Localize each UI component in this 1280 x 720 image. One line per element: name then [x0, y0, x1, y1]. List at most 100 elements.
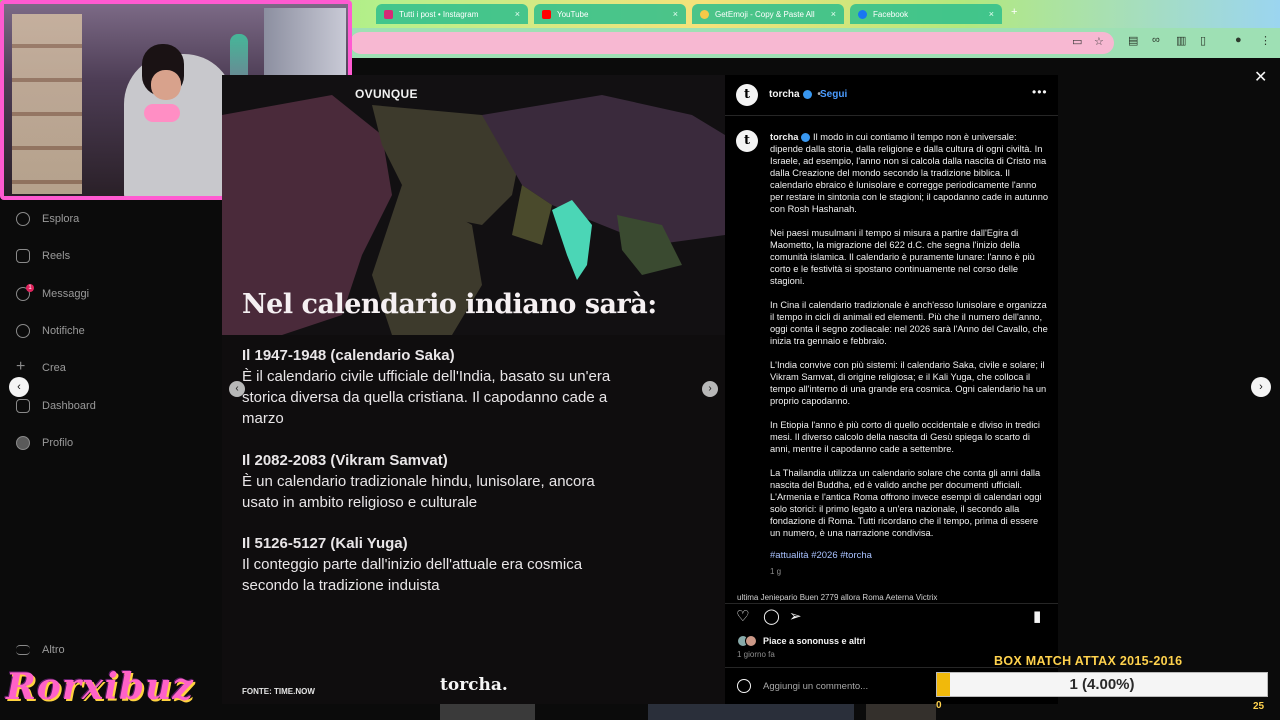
tab-youtube[interactable]: YouTube × [534, 4, 686, 24]
screen: Tutti i post • Instagram × YouTube × Get… [0, 0, 1280, 720]
caption-paragraph: Nei paesi musulmani il tempo si misura a… [770, 228, 1035, 286]
reels-icon [16, 249, 30, 263]
plus-icon: + [16, 358, 26, 375]
address-bar[interactable] [350, 32, 1114, 54]
post-section: Il 5126-5127 (Kali Yuga) Il conteggio pa… [242, 533, 612, 596]
goal-progress-bar: 1 (4.00%) [936, 672, 1268, 697]
post-section: Il 1947-1948 (calendario Saka) È il cale… [242, 345, 612, 429]
close-icon[interactable]: × [673, 9, 678, 19]
username-text: torcha [769, 89, 800, 100]
sidebar-item-label: Profilo [42, 437, 74, 449]
next-post-button[interactable]: › [1251, 377, 1271, 397]
likes-summary[interactable]: Piace a sononuss e altri [763, 636, 866, 646]
thumbnail [648, 704, 854, 720]
emoji-icon [700, 9, 709, 19]
sidebar-item-esplora[interactable]: Esplora [16, 212, 79, 226]
menu-icon [16, 645, 30, 655]
author-username[interactable]: torcha • [769, 89, 821, 100]
tab-facebook[interactable]: Facebook × [850, 4, 1002, 24]
verified-icon [801, 133, 811, 143]
sidebar-item-dashboard[interactable]: Dashboard [16, 399, 96, 413]
comment-icon[interactable]: ◯ [763, 607, 780, 625]
translate-icon[interactable]: ▤ [1128, 34, 1138, 47]
tab-label: Tutti i post • Instagram [399, 9, 479, 19]
verified-icon [802, 89, 812, 99]
caption-username[interactable]: torcha [770, 132, 798, 142]
link-icon[interactable]: ∞ [1152, 34, 1160, 46]
section-title: Il 1947-1948 (calendario Saka) [242, 347, 455, 364]
caption-paragraph: La Thailandia utilizza un calendario sol… [770, 468, 1042, 538]
compass-icon [16, 212, 30, 226]
hashtags[interactable]: #attualità #2026 #torcha [770, 550, 872, 561]
close-icon[interactable]: ✕ [1254, 67, 1267, 87]
caption-paragraph: In Cina il calendario tradizionale è anc… [770, 300, 1048, 346]
sidebar-item-profilo[interactable]: Profilo [16, 436, 73, 450]
close-icon[interactable]: × [515, 9, 520, 19]
tab-getemoji[interactable]: GetEmoji - Copy & Paste All × [692, 4, 844, 24]
like-heart-icon[interactable]: ♡ [736, 607, 749, 625]
sidebar-item-messaggi[interactable]: 1 Messaggi [16, 284, 90, 301]
carousel-next-button[interactable]: › [702, 381, 718, 397]
post-info-panel: t torcha • Segui ••• t torcha Il modo in… [725, 75, 1058, 704]
sidebar-item-notifiche[interactable]: Notifiche [16, 324, 85, 338]
goal-min: 0 [936, 700, 942, 711]
post-date: 1 giorno fa [737, 650, 775, 659]
divider [725, 603, 1058, 604]
thumbnail [866, 704, 936, 720]
post-image[interactable]: OVUNQUE Nel calendario indiano sarà: Il … [222, 75, 725, 704]
tab-label: YouTube [557, 9, 589, 19]
cut-off-comment: ultima Jeniepario Buen 2779 allora Roma … [737, 593, 938, 601]
save-bookmark-icon[interactable]: ▮ [1033, 607, 1041, 625]
carousel-prev-button[interactable]: ‹ [229, 381, 245, 397]
thumbnail [440, 704, 535, 720]
section-body: Il conteggio parte dall'inizio dell'attu… [242, 556, 583, 594]
sidebar-item-altro[interactable]: Altro [16, 644, 65, 656]
caption-avatar[interactable]: t [736, 130, 758, 152]
tab-label: Facebook [873, 9, 909, 19]
notification-badge: 1 [26, 284, 34, 292]
heart-icon [16, 324, 30, 338]
tab-instagram[interactable]: Tutti i post • Instagram × [376, 4, 528, 24]
dashboard-icon [16, 399, 30, 413]
goal-progress-text: 1 (4.00%) [1069, 676, 1135, 693]
cam-shelf [12, 14, 82, 194]
post-age: 1 g [770, 567, 782, 576]
follow-button[interactable]: Segui [820, 89, 847, 100]
sidebar-item-label: Reels [42, 250, 71, 262]
kebab-menu-icon[interactable]: ⋮ [1260, 34, 1271, 47]
bookmark-star-icon[interactable]: ☆ [1094, 35, 1104, 48]
close-icon[interactable]: × [989, 9, 994, 19]
sidebar-item-label: Esplora [42, 213, 80, 225]
sidebar-item-label: Messaggi [42, 288, 90, 300]
profile-avatar-icon[interactable]: ● [1235, 34, 1242, 46]
streamer-signature-logo: Rorxibuz [6, 666, 194, 708]
divider [725, 115, 1058, 116]
caption-paragraph: In Etiopia l'anno è più corto di quello … [770, 420, 1041, 454]
sidebar-item-label: Notifiche [42, 325, 85, 337]
more-options-icon[interactable]: ••• [1032, 85, 1048, 99]
sidebar-item-crea[interactable]: + Crea [16, 358, 66, 375]
author-avatar[interactable]: t [736, 84, 758, 106]
share-icon[interactable]: ➢ [789, 607, 802, 625]
caption-paragraph: Il modo in cui contiamo il tempo non è u… [770, 132, 1049, 214]
sidebar-item-reels[interactable]: Reels [16, 249, 70, 263]
section-body: È il calendario civile ufficiale dell'In… [242, 368, 611, 427]
profile-icon [16, 436, 30, 450]
post-caption: torcha Il modo in cui contiamo il tempo … [770, 131, 1050, 551]
goal-max: 25 [1253, 701, 1265, 712]
microphone [144, 104, 180, 122]
goal-title: BOX MATCH ATTAX 2015-2016 [994, 654, 1183, 668]
reader-icon[interactable]: ▥ [1176, 34, 1186, 47]
section-title: Il 5126-5127 (Kali Yuga) [242, 535, 408, 552]
install-icon[interactable]: ▭ [1072, 35, 1082, 48]
post-brand-top: OVUNQUE [355, 87, 418, 101]
new-tab-button[interactable]: + [1011, 6, 1017, 18]
sidepanel-icon[interactable]: ▯ [1200, 34, 1206, 47]
messages-icon: 1 [16, 284, 34, 301]
prev-post-button[interactable]: ‹ [9, 377, 29, 397]
emoji-picker-icon[interactable] [737, 679, 751, 693]
comment-input[interactable]: Aggiungi un commento... [763, 681, 868, 692]
post-source: FONTE: TIME.NOW [242, 687, 315, 696]
facebook-icon [858, 9, 867, 19]
close-icon[interactable]: × [831, 9, 836, 19]
